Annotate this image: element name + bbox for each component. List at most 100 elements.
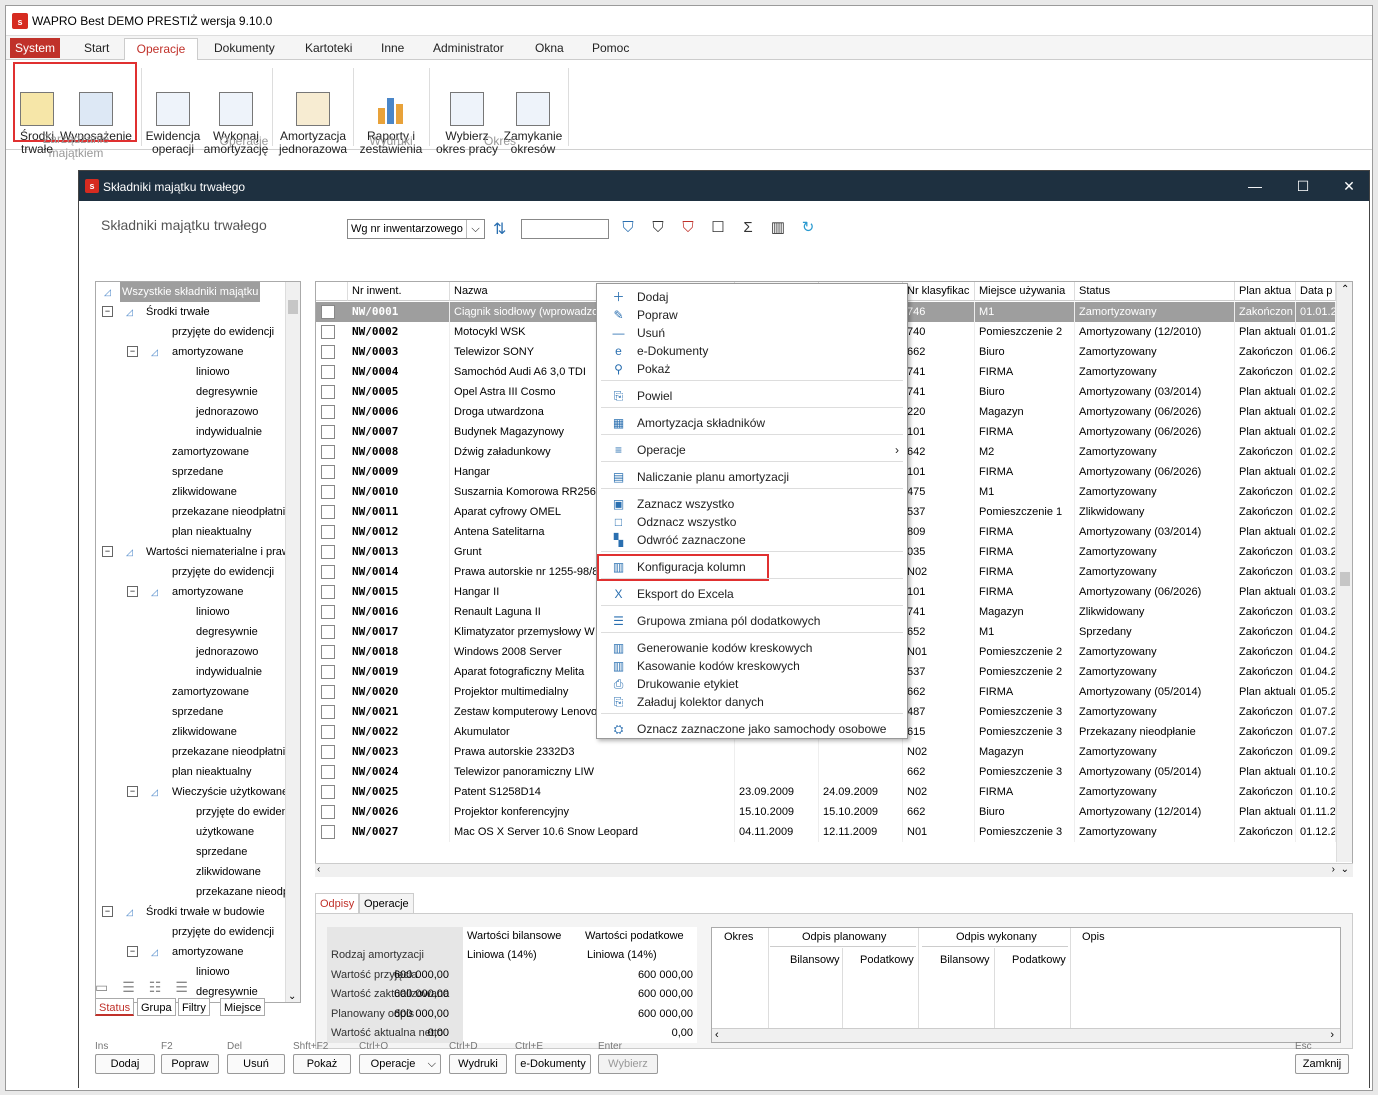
row-checkbox[interactable] xyxy=(321,805,335,819)
scroll-thumb[interactable] xyxy=(1340,572,1350,586)
tree-expand-icon[interactable]: − xyxy=(127,786,138,797)
tree-item[interactable]: użytkowane xyxy=(196,822,254,842)
tree-item[interactable]: zlikwidowane xyxy=(172,482,237,502)
tree-item[interactable]: Wszystkie składniki majątku xyxy=(120,282,261,302)
row-checkbox[interactable] xyxy=(321,505,335,519)
row-checkbox[interactable] xyxy=(321,485,335,499)
ctx-eksport-excel[interactable]: X Eksport do Excela xyxy=(597,585,907,603)
tab-operacje-bottom[interactable]: Operacje xyxy=(359,893,414,913)
odpisy-table[interactable]: Okres Odpis planowany Odpis wykonany Opi… xyxy=(711,927,1341,1043)
tree-item[interactable]: przyjęte do ewidencji xyxy=(196,802,298,822)
maximize-icon[interactable]: ☐ xyxy=(1293,176,1313,196)
row-checkbox[interactable] xyxy=(321,445,335,459)
ctx-odwroc[interactable]: ▚ Odwróć zaznaczone xyxy=(597,531,907,549)
row-checkbox[interactable] xyxy=(321,785,335,799)
tree-expand-icon[interactable]: − xyxy=(127,946,138,957)
row-checkbox[interactable] xyxy=(321,665,335,679)
row-checkbox[interactable] xyxy=(321,685,335,699)
row-checkbox[interactable] xyxy=(321,825,335,839)
dodaj-button[interactable]: Dodaj xyxy=(95,1054,155,1074)
barcode-icon[interactable]: ▥ xyxy=(769,219,787,237)
ctx-powiel[interactable]: ⎘ Powiel xyxy=(597,387,907,405)
tree-item[interactable]: indywidualnie xyxy=(196,662,262,682)
ctx-naliczanie[interactable]: ▤ Naliczanie planu amortyzacji xyxy=(597,468,907,486)
grid-header[interactable]: Nr klasyfikac xyxy=(903,282,975,301)
edok-button[interactable]: e-Dokumenty xyxy=(515,1054,591,1074)
scroll-right-icon[interactable]: › xyxy=(1330,1029,1334,1041)
tree-item[interactable]: Wartości niematerialne i prawne xyxy=(146,542,300,562)
row-checkbox[interactable] xyxy=(321,745,335,759)
tab-status[interactable]: Status xyxy=(95,998,135,1016)
wydruki-button[interactable]: Wydruki xyxy=(449,1054,507,1074)
operacje-button[interactable]: Operacje ⌵ xyxy=(359,1054,441,1074)
row-checkbox[interactable] xyxy=(321,585,335,599)
table-row[interactable]: NW/0027 Mac OS X Server 10.6 Snow Leopard… xyxy=(316,822,1336,842)
grid-header[interactable]: Data p xyxy=(1296,282,1336,301)
grid-header[interactable]: Plan aktua xyxy=(1235,282,1296,301)
tree-item[interactable]: Środki trwałe w budowie xyxy=(146,902,265,922)
menu-operacje[interactable]: Operacje xyxy=(124,38,198,60)
ctx-usun[interactable]: — Usuń xyxy=(597,324,907,342)
pokaz-button[interactable]: Pokaż xyxy=(293,1054,351,1074)
popraw-button[interactable]: Popraw xyxy=(161,1054,219,1074)
row-checkbox[interactable] xyxy=(321,705,335,719)
ctx-drukowanie-etykiet[interactable]: ⎙ Drukowanie etykiet xyxy=(597,675,907,693)
ctx-konfiguracja-kolumn[interactable]: ▥ Konfiguracja kolumn xyxy=(597,558,907,576)
grid-header[interactable]: Nr inwent. xyxy=(348,282,450,301)
table-row[interactable]: NW/0023 Prawa autorskie 2332D3 N02 Magazyn Z… xyxy=(316,742,1336,762)
tree-item[interactable]: amortyzowane xyxy=(172,942,244,962)
tree-expand-icon[interactable]: − xyxy=(127,346,138,357)
row-checkbox[interactable] xyxy=(321,725,335,739)
tree-item[interactable]: degresywnie xyxy=(196,382,258,402)
ctx-pokaz[interactable]: ⚲ Pokaż xyxy=(597,360,907,378)
tree-expand-icon[interactable]: − xyxy=(102,906,113,917)
grid-vscrollbar[interactable]: ⌃ xyxy=(1336,282,1352,862)
tree-item[interactable]: amortyzowane xyxy=(172,342,244,362)
tree-item[interactable]: jednorazowo xyxy=(196,642,258,662)
ctx-kolektor[interactable]: ⎘ Załaduj kolektor danych xyxy=(597,693,907,711)
row-checkbox[interactable] xyxy=(321,365,335,379)
sum-icon[interactable]: Σ xyxy=(739,219,757,237)
ewidencja-operacji-button[interactable]: Ewidencja operacji xyxy=(144,66,202,169)
scroll-down-icon[interactable]: ⌄ xyxy=(1341,864,1349,875)
tree-item[interactable]: Wieczyście użytkowane xyxy=(172,782,288,802)
filter-edit-icon[interactable]: ⛉ xyxy=(619,219,637,237)
scroll-thumb[interactable] xyxy=(288,300,298,314)
tree-item[interactable]: Środki trwałe xyxy=(146,302,210,322)
ctx-operacje[interactable]: ≡ Operacje › xyxy=(597,441,907,459)
menu-system[interactable]: System xyxy=(10,38,60,58)
row-checkbox[interactable] xyxy=(321,425,335,439)
checkbox-icon[interactable]: ☐ xyxy=(709,219,727,237)
scroll-down-icon[interactable]: ⌄ xyxy=(288,991,296,1002)
tree-item[interactable]: sprzedane xyxy=(172,462,223,482)
odpisy-hscrollbar[interactable]: ‹ › xyxy=(712,1028,1340,1042)
tree-item[interactable]: liniowo xyxy=(196,602,230,622)
close-icon[interactable]: ✕ xyxy=(1339,176,1359,196)
tree-item[interactable]: jednorazowo xyxy=(196,402,258,422)
row-checkbox[interactable] xyxy=(321,525,335,539)
table-row[interactable]: NW/0026 Projektor konferencyjny 15.10.2009… xyxy=(316,802,1336,822)
tree-scrollbar[interactable]: ⌄ xyxy=(285,282,300,1002)
row-checkbox[interactable] xyxy=(321,625,335,639)
ctx-samochody[interactable]: ⛭ Oznacz zaznaczone jako samochody osobow… xyxy=(597,720,907,738)
grid-hscrollbar[interactable]: ‹ › ⌄ xyxy=(315,863,1353,877)
tree-item[interactable]: zamortyzowane xyxy=(172,442,249,462)
tree-item[interactable]: degresywnie xyxy=(196,622,258,642)
tab-filtry[interactable]: Filtry xyxy=(178,998,210,1016)
scroll-left-icon[interactable]: ‹ xyxy=(317,864,320,875)
ctx-dodaj[interactable]: ＋ Dodaj xyxy=(597,288,907,306)
menu-inne[interactable]: Inne xyxy=(377,38,408,60)
row-checkbox[interactable] xyxy=(321,545,335,559)
grid-header[interactable]: Status xyxy=(1075,282,1235,301)
tree-item[interactable]: sprzedane xyxy=(172,702,223,722)
tree-item[interactable]: amortyzowane xyxy=(172,582,244,602)
menu-okna[interactable]: Okna xyxy=(531,38,568,60)
tree-item[interactable]: zamortyzowane xyxy=(172,682,249,702)
wykonaj-amortyzacje-button[interactable]: Wykonaj amortyzację xyxy=(203,66,269,169)
row-checkbox[interactable] xyxy=(321,465,335,479)
tree-item[interactable]: zlikwidowane xyxy=(196,862,261,882)
menu-administrator[interactable]: Administrator xyxy=(429,38,508,60)
minimize-icon[interactable]: — xyxy=(1245,176,1265,196)
tree-expand-icon[interactable]: − xyxy=(127,586,138,597)
menu-pomoc[interactable]: Pomoc xyxy=(588,38,633,60)
